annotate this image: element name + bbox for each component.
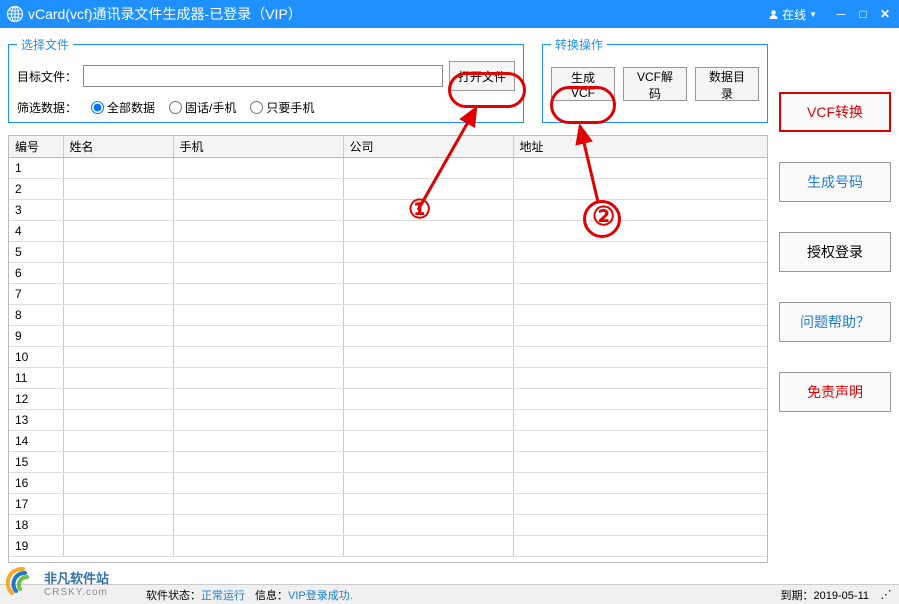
table-row[interactable]: 5 <box>9 241 767 262</box>
online-status: 在线 ▼ <box>768 6 817 23</box>
table-row[interactable]: 2 <box>9 178 767 199</box>
globe-icon <box>6 5 24 23</box>
table-row[interactable]: 8 <box>9 304 767 325</box>
generate-number-button[interactable]: 生成号码 <box>779 162 891 202</box>
col-name[interactable]: 姓名 <box>63 136 173 157</box>
watermark-icon <box>6 566 40 600</box>
info-label: 信息： <box>255 590 288 602</box>
auth-login-button[interactable]: 授权登录 <box>779 232 891 272</box>
table-row[interactable]: 7 <box>9 283 767 304</box>
target-file-input[interactable] <box>83 65 443 87</box>
table-row[interactable]: 12 <box>9 388 767 409</box>
table-row[interactable]: 9 <box>9 325 767 346</box>
help-button[interactable]: 问题帮助？ <box>779 302 891 342</box>
info-value: VIP登录成功. <box>288 590 353 602</box>
date-label: 到期： <box>781 590 814 602</box>
sidebar: VCF转换 生成号码 授权登录 问题帮助？ 免责声明 <box>779 36 891 442</box>
table-row[interactable]: 17 <box>9 493 767 514</box>
radio-all[interactable]: 全部数据 <box>91 99 155 116</box>
close-button[interactable]: ✕ <box>877 6 893 22</box>
annotation-arrow-1 <box>398 100 498 220</box>
resize-grip-icon[interactable]: ⋰ <box>879 588 893 601</box>
table-row[interactable]: 6 <box>9 262 767 283</box>
state-label: 软件状态： <box>146 590 201 602</box>
window-title: vCard(vcf)通讯录文件生成器-已登录（VIP） <box>28 4 302 24</box>
table-row[interactable]: 15 <box>9 451 767 472</box>
select-file-legend: 选择文件 <box>17 36 73 53</box>
ops-group: 转换操作 生成VCF VCF解码 数据目录 <box>542 36 768 123</box>
table-row[interactable]: 11 <box>9 367 767 388</box>
data-table-wrapper: 编号 姓名 手机 公司 地址 1234567891011121314151617… <box>8 135 768 563</box>
title-bar: vCard(vcf)通讯录文件生成器-已登录（VIP） 在线 ▼ ─ □ ✕ <box>0 0 899 28</box>
data-dir-button[interactable]: 数据目录 <box>695 67 759 101</box>
disclaimer-button[interactable]: 免责声明 <box>779 372 891 412</box>
table-row[interactable]: 19 <box>9 535 767 556</box>
open-file-button[interactable]: 打开文件 <box>449 61 515 91</box>
date-value: 2019-05-11 <box>814 590 869 602</box>
annotation-arrow-2 <box>560 120 640 220</box>
radio-mobile[interactable]: 只要手机 <box>250 99 314 116</box>
col-address[interactable]: 地址 <box>513 136 767 157</box>
filter-label: 筛选数据： <box>17 99 77 116</box>
table-row[interactable]: 4 <box>9 220 767 241</box>
table-row[interactable]: 16 <box>9 472 767 493</box>
table-row[interactable]: 10 <box>9 346 767 367</box>
table-row[interactable]: 1 <box>9 157 767 178</box>
user-icon <box>768 9 779 20</box>
col-id[interactable]: 编号 <box>9 136 63 157</box>
state-value: 正常运行 <box>201 590 245 602</box>
radio-landline[interactable]: 固话/手机 <box>169 99 236 116</box>
table-row[interactable]: 18 <box>9 514 767 535</box>
target-file-label: 目标文件： <box>17 68 77 85</box>
col-phone[interactable]: 手机 <box>173 136 343 157</box>
table-row[interactable]: 13 <box>9 409 767 430</box>
table-row[interactable]: 3 <box>9 199 767 220</box>
vcf-convert-button[interactable]: VCF转换 <box>779 92 891 132</box>
table-row[interactable]: 14 <box>9 430 767 451</box>
generate-vcf-button[interactable]: 生成VCF <box>551 67 615 101</box>
ops-legend: 转换操作 <box>551 36 607 53</box>
vcf-decode-button[interactable]: VCF解码 <box>623 67 687 101</box>
watermark: 非凡软件站 CRSKY.com <box>6 566 109 600</box>
status-bar: 软件状态：正常运行 信息：VIP登录成功. 到期：2019-05-11 ⋰ <box>0 584 899 604</box>
minimize-button[interactable]: ─ <box>833 6 849 22</box>
data-table: 编号 姓名 手机 公司 地址 1234567891011121314151617… <box>9 136 767 557</box>
maximize-button[interactable]: □ <box>855 6 871 22</box>
